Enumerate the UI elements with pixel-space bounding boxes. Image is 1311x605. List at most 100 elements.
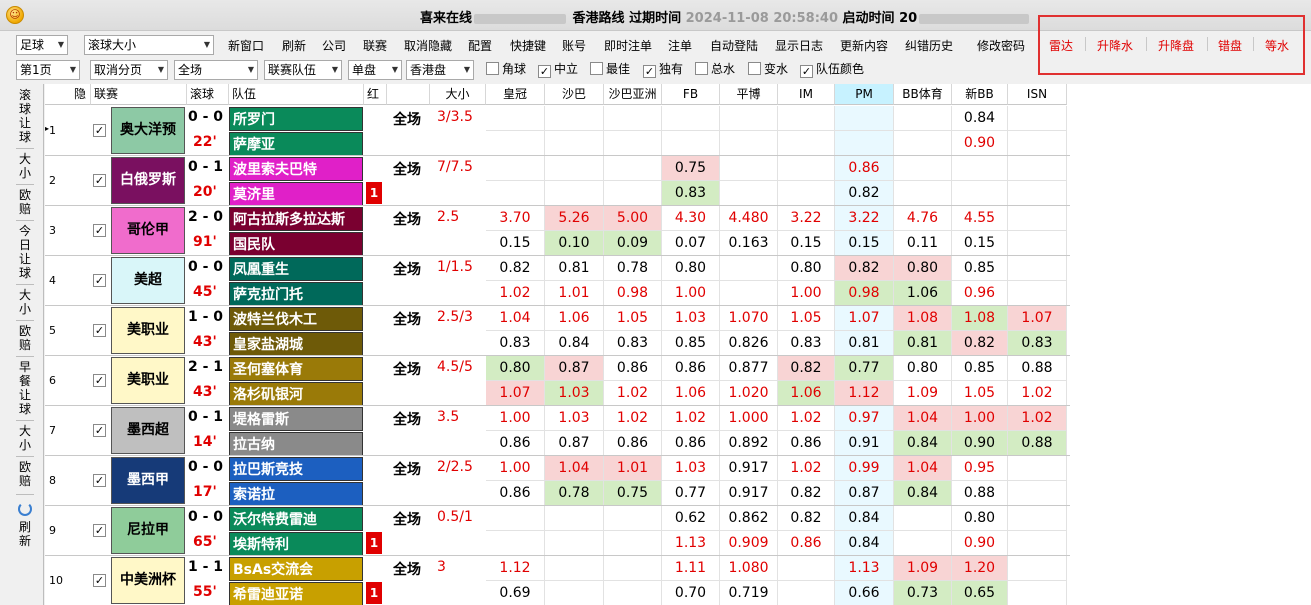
tab-refresh[interactable]: 刷新 (18, 520, 32, 548)
odds-cell[interactable]: 0.88 (1008, 431, 1067, 456)
odds-cell[interactable]: 0.66 (835, 581, 894, 605)
odds-cell[interactable]: 0.84 (894, 431, 952, 456)
odds-cell[interactable]: 1.06 (545, 306, 604, 331)
odds-cell[interactable]: 0.84 (894, 481, 952, 506)
odds-cell[interactable]: 0.84 (952, 106, 1008, 131)
odds-cell[interactable]: 1.02 (778, 456, 835, 481)
odds-cell[interactable]: 0.83 (778, 331, 835, 356)
hide-checkbox[interactable]: ✓ (93, 524, 106, 537)
corner-checkbox[interactable]: 角球 (486, 61, 526, 77)
tab-live-handicap[interactable]: 滚球让球 (18, 88, 32, 144)
page-select[interactable]: 第1页 ▼ (16, 60, 80, 80)
header-book[interactable]: FB (662, 84, 720, 105)
home-team[interactable]: 沃尔特费雷迪 (229, 507, 363, 531)
league-name[interactable]: 美职业 (111, 357, 185, 404)
odds-cell[interactable]: 1.02 (662, 406, 720, 431)
total-water-checkbox[interactable]: 总水 (695, 61, 735, 77)
header-book[interactable]: 皇冠 (486, 84, 545, 105)
odds-cell[interactable]: 0.86 (604, 431, 662, 456)
home-team[interactable]: 堤格雷斯 (229, 407, 363, 431)
hide-checkbox[interactable]: ✓ (93, 324, 106, 337)
odds-cell[interactable]: 0.77 (662, 481, 720, 506)
line-change-button[interactable]: 升降盘 (1158, 37, 1194, 54)
odds-cell[interactable]: 1.04 (894, 456, 952, 481)
hotkey-button[interactable]: 快捷键 (510, 37, 546, 54)
instant-bets-button[interactable]: 即时注单 (604, 37, 652, 54)
header-book[interactable]: 沙巴亚洲 (604, 84, 662, 105)
home-team[interactable]: 圣何塞体育 (229, 357, 363, 381)
odds-cell[interactable]: 0.07 (662, 231, 720, 256)
odds-cell[interactable]: 1.01 (604, 456, 662, 481)
league-name[interactable]: 墨西甲 (111, 457, 185, 504)
odds-cell[interactable]: 0.84 (835, 506, 894, 531)
config-button[interactable]: 配置 (468, 37, 492, 54)
header-book[interactable]: 沙巴 (545, 84, 604, 105)
header-book[interactable]: ISN (1008, 84, 1067, 105)
odds-cell[interactable]: 1.02 (604, 381, 662, 406)
odds-cell[interactable]: 1.09 (894, 556, 952, 581)
header-live[interactable]: 滚球 (187, 84, 229, 105)
odds-cell[interactable]: 1.04 (486, 306, 545, 331)
odds-cell[interactable]: 0.83 (486, 331, 545, 356)
odds-cell[interactable]: 1.02 (486, 281, 545, 306)
odds-cell[interactable]: 0.86 (778, 431, 835, 456)
odds-cell[interactable]: 4.55 (952, 206, 1008, 231)
header-team[interactable]: 队伍 (229, 84, 364, 105)
odds-cell[interactable]: 0.85 (952, 256, 1008, 281)
odds-cell[interactable]: 1.04 (894, 406, 952, 431)
odds-cell[interactable]: 0.86 (486, 431, 545, 456)
neutral-checkbox[interactable]: ✓ 中立 (538, 61, 578, 78)
odds-cell[interactable]: 0.877 (720, 356, 778, 381)
tab-early-total[interactable]: 大小 (18, 424, 32, 452)
odds-cell[interactable]: 0.163 (720, 231, 778, 256)
away-team[interactable]: 索诺拉 (229, 482, 363, 506)
tab-today-total[interactable]: 大小 (18, 288, 32, 316)
odds-cell[interactable]: 1.05 (778, 306, 835, 331)
company-button[interactable]: 公司 (322, 37, 346, 54)
odds-cell[interactable]: 1.03 (545, 381, 604, 406)
odds-cell[interactable]: 0.82 (835, 181, 894, 206)
odds-cell[interactable]: 0.91 (835, 431, 894, 456)
odds-cell[interactable]: 1.13 (835, 556, 894, 581)
league-name[interactable]: 美职业 (111, 307, 185, 354)
odds-cell[interactable]: 0.87 (545, 431, 604, 456)
odds-cell[interactable]: 0.97 (835, 406, 894, 431)
header-total[interactable]: 大小 (430, 84, 486, 105)
odds-cell[interactable]: 0.90 (952, 431, 1008, 456)
odds-cell[interactable]: 1.00 (952, 406, 1008, 431)
market-select[interactable]: 滚球大小 ▼ (84, 35, 214, 55)
odds-cell[interactable]: 0.81 (835, 331, 894, 356)
radar-button[interactable]: 雷达 (1049, 37, 1073, 54)
odds-cell[interactable]: 0.15 (778, 231, 835, 256)
home-team[interactable]: 波特兰伐木工 (229, 307, 363, 331)
odds-cell[interactable]: 0.86 (778, 531, 835, 556)
league-name[interactable]: 白俄罗斯 (111, 157, 185, 204)
odds-cell[interactable]: 1.00 (486, 456, 545, 481)
odds-cell[interactable]: 0.88 (952, 481, 1008, 506)
home-team[interactable]: 波里索夫巴特 (229, 157, 363, 181)
odds-cell[interactable]: 0.80 (952, 506, 1008, 531)
odds-cell[interactable]: 0.82 (486, 256, 545, 281)
odds-cell[interactable]: 4.480 (720, 206, 778, 231)
line-select[interactable]: 单盘 ▼ (348, 60, 402, 80)
odds-cell[interactable]: 1.01 (545, 281, 604, 306)
team-select[interactable]: 联赛队伍 ▼ (264, 60, 342, 80)
odds-cell[interactable]: 0.83 (1008, 331, 1067, 356)
error-history-button[interactable]: 纠错历史 (905, 37, 953, 54)
away-team[interactable]: 国民队 (229, 232, 363, 256)
odds-cell[interactable]: 0.62 (662, 506, 720, 531)
odds-cell[interactable]: 0.86 (662, 431, 720, 456)
away-team[interactable]: 莫济里 (229, 182, 363, 206)
odds-cell[interactable]: 0.65 (952, 581, 1008, 605)
header-book[interactable]: 新BB (952, 84, 1008, 105)
odds-cell[interactable]: 0.82 (778, 506, 835, 531)
refresh-button[interactable]: 刷新 (282, 37, 306, 54)
odds-cell[interactable]: 0.917 (720, 481, 778, 506)
away-team[interactable]: 埃斯特利 (229, 532, 363, 556)
show-log-button[interactable]: 显示日志 (775, 37, 823, 54)
tab-today-handicap[interactable]: 今日让球 (18, 224, 32, 280)
odds-cell[interactable]: 0.87 (545, 356, 604, 381)
header-book[interactable]: BB体育 (894, 84, 952, 105)
tab-live-total[interactable]: 大小 (18, 152, 32, 180)
exclusive-checkbox[interactable]: ✓ 独有 (643, 61, 683, 78)
